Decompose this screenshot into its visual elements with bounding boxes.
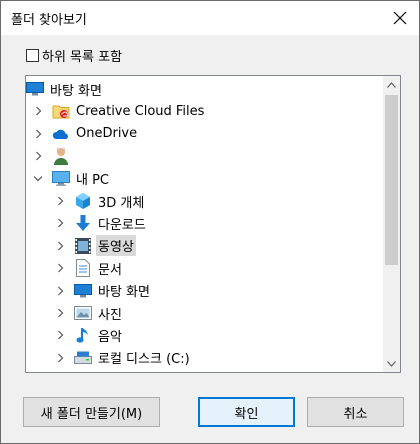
tree-item-label: OneDrive bbox=[76, 126, 138, 142]
ok-button[interactable]: 확인 bbox=[198, 397, 295, 427]
tree-item[interactable]: 바탕 화면 bbox=[26, 280, 383, 302]
tree-item-label: 바탕 화면 bbox=[50, 83, 102, 99]
include-subfolders-label: 하위 목록 포함 bbox=[42, 49, 123, 65]
chevron-right-icon[interactable] bbox=[54, 240, 66, 252]
tree-item-label: 다운로드 bbox=[98, 217, 146, 233]
cancel-button[interactable]: 취소 bbox=[307, 397, 404, 427]
tree-item[interactable]: 3D 개체 bbox=[26, 190, 383, 212]
local-disk-icon bbox=[74, 349, 92, 367]
tree-item-label: 3D 개체 bbox=[98, 195, 145, 211]
documents-icon bbox=[74, 259, 92, 278]
tree-item[interactable]: OneDrive bbox=[26, 123, 383, 145]
tree-item-label bbox=[74, 155, 78, 157]
creative-cloud-folder-icon bbox=[52, 102, 70, 120]
tree-item[interactable]: 문서 bbox=[26, 257, 383, 279]
close-icon bbox=[393, 11, 407, 25]
tree-item-label: Creative Cloud Files bbox=[76, 103, 205, 119]
videos-icon bbox=[74, 237, 92, 255]
chevron-right-icon[interactable] bbox=[54, 352, 66, 364]
chevron-up-icon bbox=[387, 81, 396, 88]
close-button[interactable] bbox=[387, 5, 413, 31]
pictures-icon bbox=[74, 304, 92, 322]
this-pc-icon bbox=[52, 170, 70, 188]
desktop-icon bbox=[26, 80, 44, 98]
folder-tree[interactable]: 바탕 화면 Creative Cloud Files OneDrive 내 PC 3D … bbox=[25, 75, 401, 373]
chevron-down-icon bbox=[387, 360, 396, 367]
music-icon bbox=[74, 326, 92, 344]
tree-item[interactable]: 바탕 화면 bbox=[26, 78, 383, 100]
scroll-down-button[interactable] bbox=[383, 355, 400, 372]
chevron-right-icon[interactable] bbox=[54, 262, 66, 274]
chevron-right-icon[interactable] bbox=[54, 329, 66, 341]
tree-item[interactable]: 로컬 디스크 (C:) bbox=[26, 347, 383, 369]
desktop-icon bbox=[74, 282, 92, 300]
3d-objects-icon bbox=[74, 192, 92, 210]
tree-item-label: 로컬 디스크 (C:) bbox=[98, 352, 190, 368]
tree-item-label: 사진 bbox=[98, 307, 122, 323]
title-bar: 폴더 찾아보기 bbox=[1, 1, 419, 35]
dialog-title: 폴더 찾아보기 bbox=[11, 13, 87, 28]
tree-item-label: 음악 bbox=[98, 329, 122, 345]
scrollbar-thumb[interactable] bbox=[385, 95, 398, 265]
downloads-icon bbox=[74, 214, 92, 232]
include-subfolders-option[interactable]: 하위 목록 포함 bbox=[26, 45, 122, 65]
vertical-scrollbar[interactable] bbox=[383, 76, 400, 372]
ok-button-label: 확인 bbox=[234, 406, 259, 422]
tree-item[interactable]: 내 PC bbox=[26, 168, 383, 190]
tree-item-label: 동영상 bbox=[96, 235, 136, 257]
onedrive-cloud-icon bbox=[52, 125, 70, 143]
tree-item[interactable] bbox=[26, 145, 383, 167]
tree-item-label: 문서 bbox=[98, 262, 122, 278]
chevron-right-icon[interactable] bbox=[54, 217, 66, 229]
chevron-right-icon[interactable] bbox=[32, 128, 44, 140]
chevron-down-icon[interactable] bbox=[32, 173, 44, 185]
browse-folder-dialog: 폴더 찾아보기 하위 목록 포함 바탕 화면 Creative Cloud Fil… bbox=[0, 0, 420, 444]
scroll-up-button[interactable] bbox=[383, 76, 400, 93]
chevron-right-icon[interactable] bbox=[32, 105, 44, 117]
chevron-right-icon[interactable] bbox=[54, 195, 66, 207]
new-folder-button-label: 새 폴더 만들기(M) bbox=[40, 406, 143, 422]
user-icon bbox=[52, 147, 70, 166]
chevron-right-icon[interactable] bbox=[54, 285, 66, 297]
tree-item-label: 바탕 화면 bbox=[98, 285, 150, 301]
tree-item[interactable]: 음악 bbox=[26, 324, 383, 346]
chevron-right-icon[interactable] bbox=[54, 307, 66, 319]
chevron-right-icon[interactable] bbox=[32, 150, 44, 162]
include-subfolders-checkbox[interactable] bbox=[26, 48, 39, 62]
new-folder-button[interactable]: 새 폴더 만들기(M) bbox=[23, 397, 160, 427]
tree-item-label: 내 PC bbox=[76, 173, 110, 189]
tree-item[interactable]: 동영상 bbox=[26, 235, 383, 257]
tree-item[interactable]: Creative Cloud Files bbox=[26, 100, 383, 122]
cancel-button-label: 취소 bbox=[343, 406, 368, 422]
tree-item[interactable]: 다운로드 bbox=[26, 212, 383, 234]
tree-item[interactable]: 사진 bbox=[26, 302, 383, 324]
